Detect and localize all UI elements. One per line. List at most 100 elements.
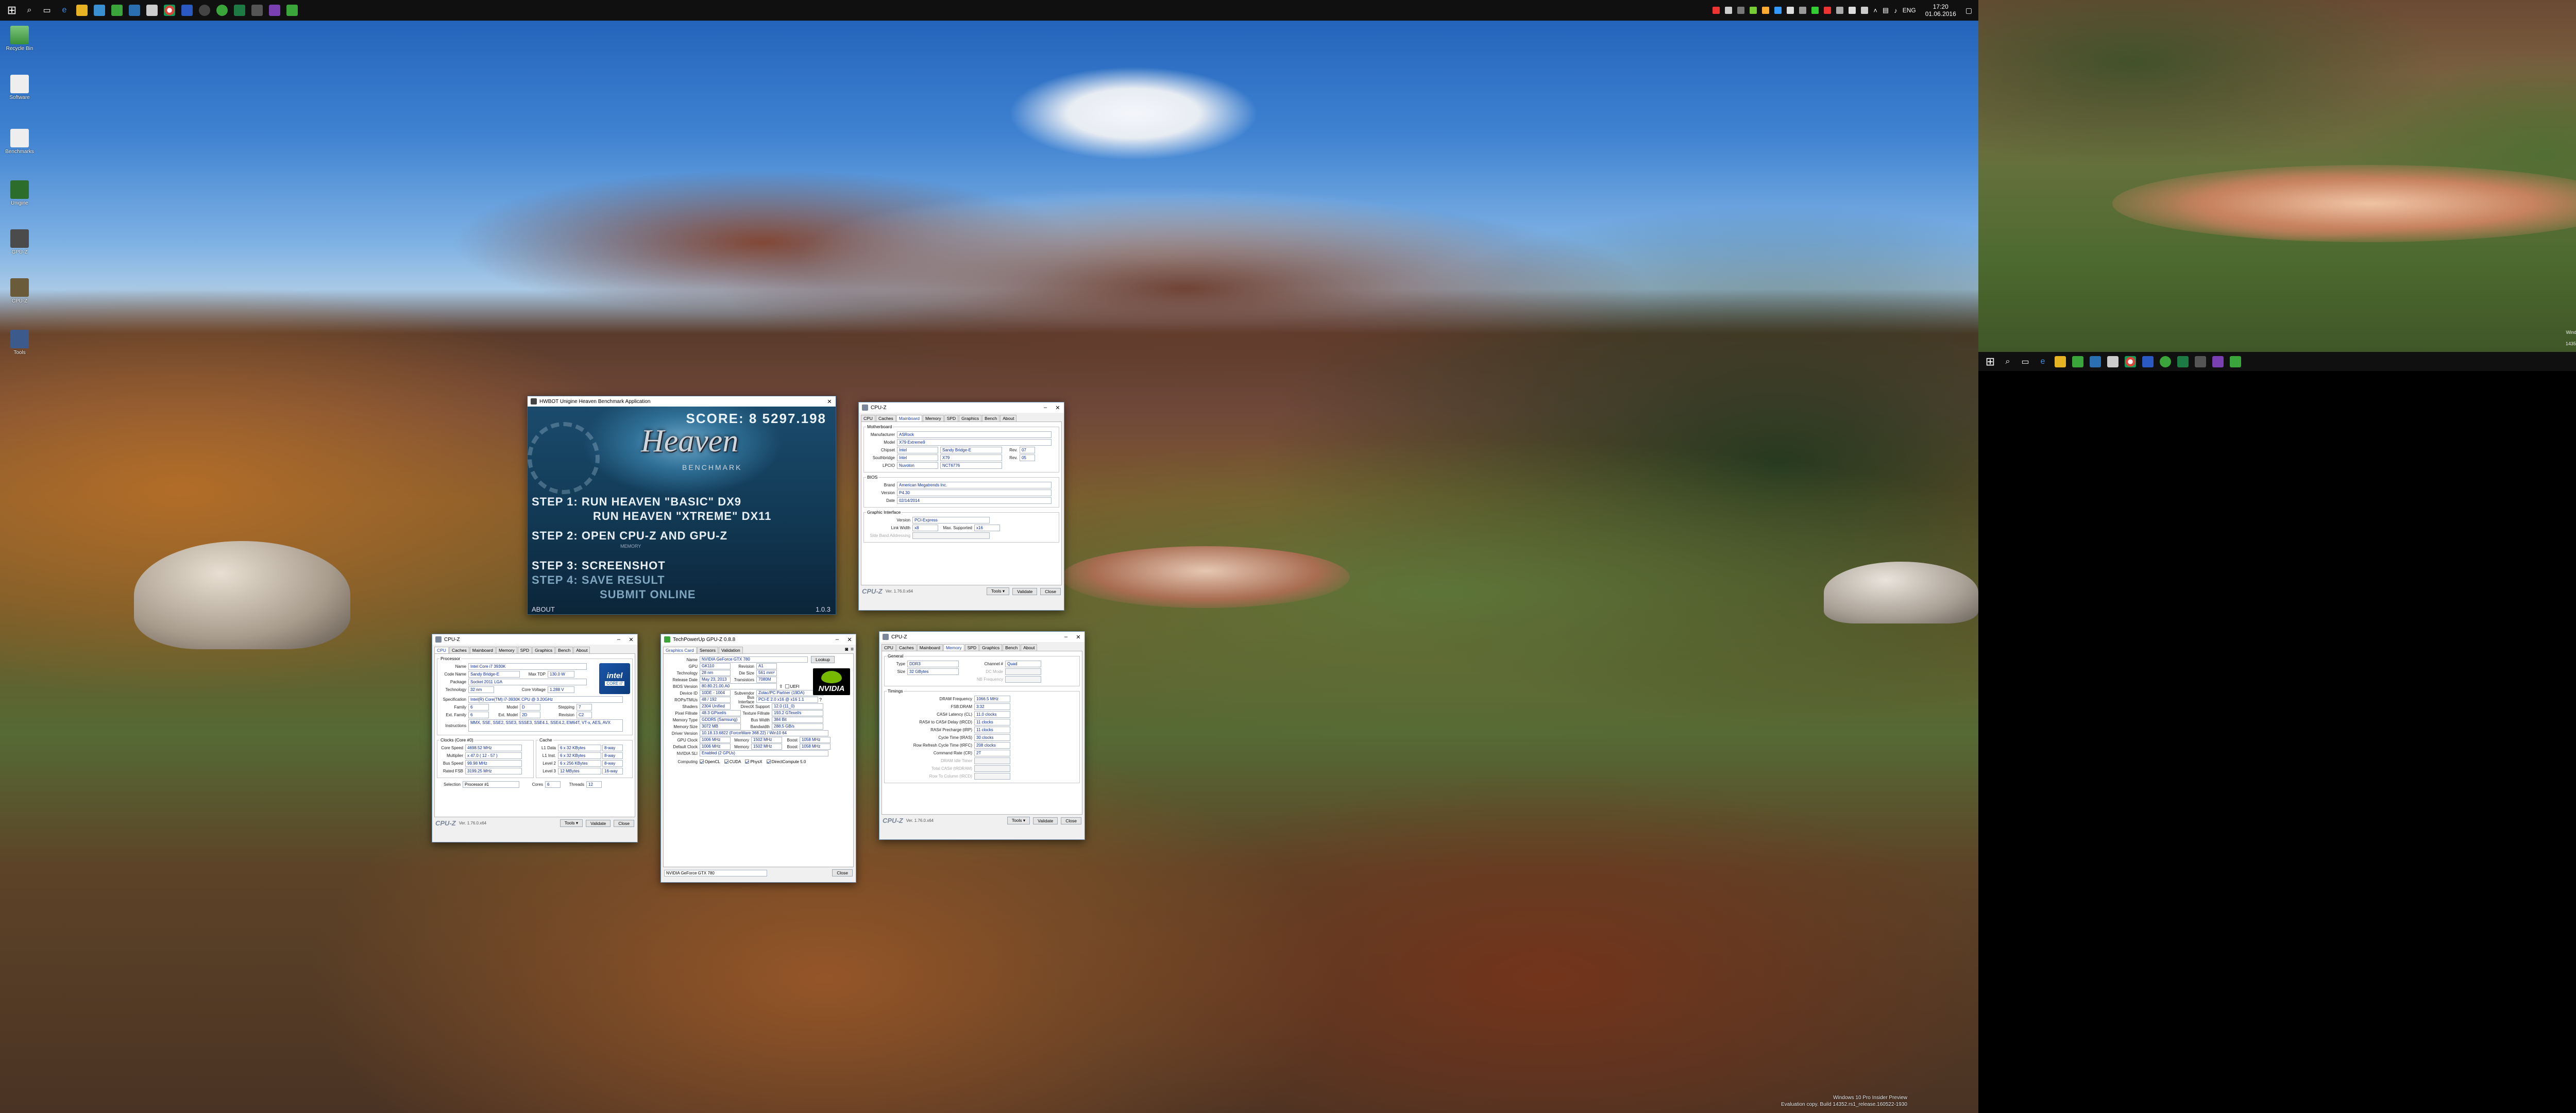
tray-app-icon[interactable] bbox=[1725, 7, 1733, 14]
excel-icon[interactable] bbox=[2177, 356, 2189, 367]
steam-icon[interactable] bbox=[2090, 356, 2101, 367]
validate-button[interactable]: Validate bbox=[1012, 587, 1038, 595]
app-green-icon[interactable] bbox=[2072, 356, 2083, 367]
close-button[interactable]: Close bbox=[614, 819, 634, 827]
start-windows-icon[interactable]: ⊞ bbox=[6, 4, 18, 16]
tray-app-icon[interactable] bbox=[1861, 7, 1869, 14]
desktop-icon-4[interactable]: Unigine bbox=[4, 180, 35, 206]
tab-about[interactable]: About bbox=[573, 647, 590, 653]
app-green-circle-icon[interactable] bbox=[2160, 356, 2171, 367]
tab-caches[interactable]: Caches bbox=[875, 415, 896, 421]
minimize-icon[interactable]: – bbox=[1060, 634, 1072, 640]
title-bar[interactable]: CPU-Z – ✕ bbox=[879, 632, 1084, 642]
lookup-button[interactable]: Lookup bbox=[811, 656, 835, 663]
tools-button[interactable]: Tools bbox=[986, 587, 1010, 595]
store-icon[interactable] bbox=[94, 5, 105, 16]
about-link[interactable]: ABOUT bbox=[532, 605, 555, 613]
tab-about[interactable]: About bbox=[1000, 415, 1017, 421]
step1-run-xtreme[interactable]: RUN HEAVEN "XTREME" DX11 bbox=[593, 510, 771, 523]
cpuz-memory-window[interactable]: CPU-Z – ✕ CPU Caches Mainboard Memory SPD… bbox=[879, 631, 1085, 840]
processor-select[interactable]: Processor #1 bbox=[463, 781, 519, 788]
step2-open-cpuz-gpuz[interactable]: STEP 2: OPEN CPU-Z AND GPU-Z bbox=[532, 529, 727, 543]
start-windows-icon[interactable]: ⊞ bbox=[1985, 355, 1996, 368]
tab-bench[interactable]: Bench bbox=[1003, 644, 1021, 651]
cpuz-taskbar-icon[interactable] bbox=[2195, 356, 2206, 367]
excel-icon[interactable] bbox=[234, 5, 245, 16]
minimize-icon[interactable]: – bbox=[613, 636, 625, 643]
desktop-icon-7[interactable]: Tools bbox=[4, 330, 35, 356]
minimize-icon[interactable]: – bbox=[1039, 404, 1052, 411]
photoshop-icon[interactable] bbox=[181, 5, 193, 16]
cpuz-taskbar-icon[interactable] bbox=[251, 5, 263, 16]
minimize-icon[interactable]: – bbox=[831, 636, 843, 643]
tray-app-icon[interactable] bbox=[1849, 7, 1856, 14]
task-view-icon[interactable]: ▭ bbox=[41, 5, 53, 16]
tools-button[interactable]: Tools bbox=[1007, 817, 1030, 824]
tab-spd[interactable]: SPD bbox=[944, 415, 959, 421]
tab-mainboard[interactable]: Mainboard bbox=[917, 644, 943, 651]
tab-validation[interactable]: Validation bbox=[719, 647, 743, 653]
step3-screenshot[interactable]: STEP 3: SCREENSHOT bbox=[532, 559, 666, 572]
tab-about[interactable]: About bbox=[1021, 644, 1038, 651]
file-explorer-icon[interactable] bbox=[2055, 356, 2066, 367]
tab-caches[interactable]: Caches bbox=[896, 644, 917, 651]
close-icon[interactable]: ✕ bbox=[823, 398, 836, 405]
validate-button[interactable]: Validate bbox=[586, 819, 611, 827]
tab-cpu[interactable]: CPU bbox=[882, 644, 896, 651]
gpu-select-dropdown[interactable]: NVIDIA GeForce GTX 780 bbox=[664, 869, 767, 876]
task-view-icon[interactable]: ▭ bbox=[2020, 356, 2031, 367]
tray-app-icon[interactable] bbox=[1774, 7, 1782, 14]
close-button[interactable]: Close bbox=[1061, 817, 1081, 824]
tray-app-icon[interactable] bbox=[1762, 7, 1770, 14]
title-bar[interactable]: CPU-Z – ✕ bbox=[432, 634, 637, 645]
close-icon[interactable]: ✕ bbox=[625, 636, 637, 643]
share-icon[interactable]: ⇪ bbox=[779, 684, 783, 689]
desktop-icon-3[interactable]: Benchmarks bbox=[4, 129, 35, 155]
tray-app-icon[interactable] bbox=[1811, 7, 1819, 14]
cpuz-cpu-window[interactable]: CPU-Z – ✕ CPU Caches Mainboard Memory SPD… bbox=[432, 634, 638, 842]
tab-mainboard[interactable]: Mainboard bbox=[896, 415, 922, 421]
step1-run-basic[interactable]: STEP 1: RUN HEAVEN "BASIC" DX9 bbox=[532, 495, 741, 509]
file-explorer-icon[interactable] bbox=[76, 5, 88, 16]
tab-cpu[interactable]: CPU bbox=[434, 647, 449, 653]
cpuz-mainboard-window[interactable]: CPU-Z – ✕ CPU Caches Mainboard Memory SPD… bbox=[858, 402, 1064, 611]
app-green-icon[interactable] bbox=[111, 5, 123, 16]
network-icon[interactable]: ▤ bbox=[1883, 6, 1889, 14]
gpuz-taskbar-icon[interactable] bbox=[2230, 356, 2241, 367]
close-button[interactable]: Close bbox=[1040, 587, 1061, 595]
tab-memory[interactable]: Memory bbox=[496, 647, 517, 653]
tab-cpu[interactable]: CPU bbox=[861, 415, 875, 421]
tab-memory[interactable]: Memory bbox=[943, 644, 964, 651]
app-green-circle-icon[interactable] bbox=[216, 5, 228, 16]
step4-save-result[interactable]: STEP 4: SAVE RESULT bbox=[532, 574, 665, 587]
tray-app-icon[interactable] bbox=[1750, 7, 1757, 14]
close-icon[interactable]: ✕ bbox=[1052, 404, 1064, 411]
app-circle-icon[interactable] bbox=[199, 5, 210, 16]
tab-graphics[interactable]: Graphics bbox=[532, 647, 555, 653]
calculator-icon[interactable] bbox=[2107, 356, 2119, 367]
app-purple-icon[interactable] bbox=[2212, 356, 2224, 367]
gpuz-window[interactable]: TechPowerUp GPU-Z 0.8.8 – ✕ Graphics Card… bbox=[660, 634, 856, 883]
calculator-icon[interactable] bbox=[146, 5, 158, 16]
edge-browser-icon[interactable]: e bbox=[2037, 356, 2048, 367]
camera-icon[interactable]: ◙ bbox=[845, 647, 848, 653]
chrome-icon[interactable] bbox=[2125, 356, 2136, 367]
validate-button[interactable]: Validate bbox=[1033, 817, 1058, 824]
language-indicator[interactable]: ENG bbox=[1903, 7, 1916, 14]
tab-bench[interactable]: Bench bbox=[982, 415, 1000, 421]
tray-app-icon[interactable] bbox=[1824, 7, 1832, 14]
tab-spd[interactable]: SPD bbox=[964, 644, 979, 651]
desktop-icon-5[interactable]: GPU-Z bbox=[4, 229, 35, 255]
search-icon[interactable]: ⌕ bbox=[24, 5, 35, 16]
tab-memory[interactable]: Memory bbox=[922, 415, 944, 421]
edge-browser-icon[interactable]: e bbox=[59, 5, 70, 16]
tab-spd[interactable]: SPD bbox=[517, 647, 532, 653]
desktop-icon-2[interactable]: Software bbox=[4, 75, 35, 100]
app-purple-icon[interactable] bbox=[269, 5, 280, 16]
gpuz-taskbar-icon[interactable] bbox=[286, 5, 298, 16]
help-icon[interactable]: ? bbox=[819, 697, 822, 702]
desktop-icon-6[interactable]: CPU-Z bbox=[4, 278, 35, 304]
title-bar[interactable]: CPU-Z – ✕ bbox=[859, 402, 1064, 413]
tray-app-icon[interactable] bbox=[1836, 7, 1844, 14]
tray-app-icon[interactable] bbox=[1737, 7, 1745, 14]
